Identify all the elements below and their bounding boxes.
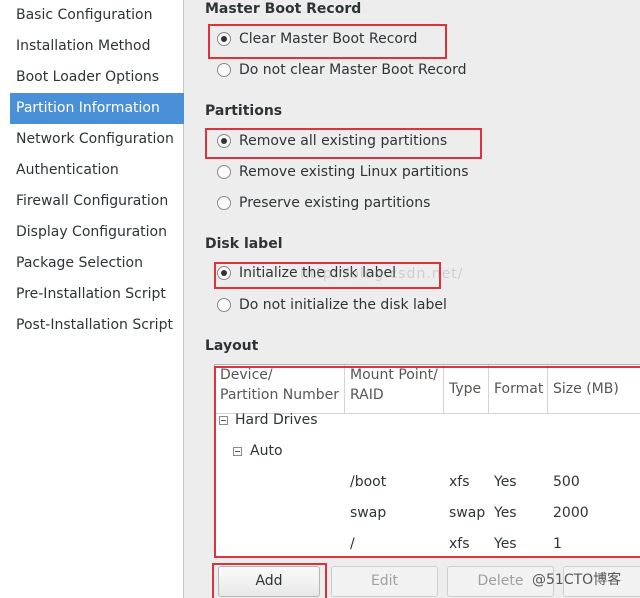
annotation-box-layout <box>214 366 640 558</box>
annotation-box-add <box>212 563 327 598</box>
radio-indicator[interactable] <box>217 63 231 77</box>
brand-watermark: @51CTO博客 <box>532 572 622 588</box>
sidebar-item-firewall-configuration[interactable]: Firewall Configuration <box>10 186 184 217</box>
sidebar-item-basic-configuration[interactable]: Basic Configuration <box>10 0 184 31</box>
sidebar-item-pre-installation-script[interactable]: Pre-Installation Script <box>10 279 184 310</box>
radio-indicator[interactable] <box>217 298 231 312</box>
disklabel-section-title: Disk label <box>205 236 283 252</box>
sidebar-item-authentication[interactable]: Authentication <box>10 155 184 186</box>
annotation-box-disklabel <box>214 262 441 289</box>
radio-preserve-partitions[interactable]: Preserve existing partitions <box>217 193 430 213</box>
sidebar-item-package-selection[interactable]: Package Selection <box>10 248 184 279</box>
sidebar-item-post-installation-script[interactable]: Post-Installation Script <box>10 310 184 341</box>
radio-label: Preserve existing partitions <box>239 195 431 211</box>
sidebar: Basic Configuration Installation Method … <box>0 0 184 598</box>
radio-label: Do not clear Master Boot Record <box>239 62 467 78</box>
layout-section-title: Layout <box>205 338 259 354</box>
radio-indicator[interactable] <box>217 165 231 179</box>
mbr-section-title: Master Boot Record <box>205 1 362 17</box>
sidebar-item-boot-loader-options[interactable]: Boot Loader Options <box>10 62 184 93</box>
radio-label: Do not initialize the disk label <box>239 297 447 313</box>
radio-do-not-clear-mbr[interactable]: Do not clear Master Boot Record <box>217 60 466 80</box>
edit-button[interactable]: Edit <box>331 566 438 597</box>
radio-do-not-initialize-disk-label[interactable]: Do not initialize the disk label <box>217 295 447 315</box>
partitions-section-title: Partitions <box>205 103 283 119</box>
annotation-box-mbr <box>208 24 447 59</box>
radio-label: Remove existing Linux partitions <box>239 164 469 180</box>
sidebar-item-partition-information[interactable]: Partition Information <box>10 93 184 124</box>
annotation-box-partitions <box>205 128 482 159</box>
sidebar-item-network-configuration[interactable]: Network Configuration <box>10 124 184 155</box>
sidebar-item-installation-method[interactable]: Installation Method <box>10 31 184 62</box>
radio-remove-linux-partitions[interactable]: Remove existing Linux partitions <box>217 162 469 182</box>
sidebar-item-display-configuration[interactable]: Display Configuration <box>10 217 184 248</box>
radio-indicator[interactable] <box>217 196 231 210</box>
